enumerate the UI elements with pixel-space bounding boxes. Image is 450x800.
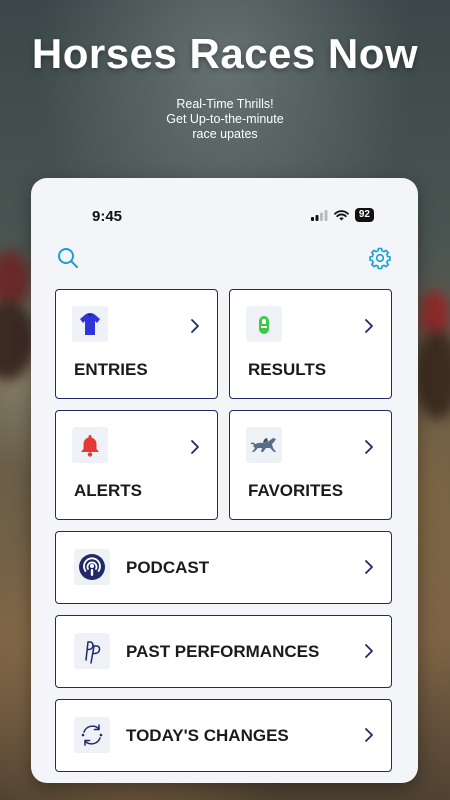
podcast-icon (74, 549, 110, 585)
search-icon[interactable] (56, 246, 80, 270)
tile-alerts[interactable]: ALERTS (55, 410, 218, 520)
row-podcast[interactable]: PODCAST (55, 531, 392, 604)
hero-title: Horses Races Now (31, 30, 419, 77)
status-icons: 92 (310, 208, 374, 222)
chevron-right-icon (365, 440, 373, 454)
hero-subtitle-line: Get Up-to-the-minute (166, 112, 284, 126)
changes-icon (74, 717, 110, 753)
tile-entries[interactable]: ENTRIES (55, 289, 218, 399)
tile-label: ENTRIES (74, 360, 148, 379)
tile-results[interactable]: RESULTS (229, 289, 392, 399)
bell-icon (72, 427, 108, 463)
tile-label: RESULTS (248, 360, 327, 379)
phone-screen: 9:45 92 ENTRIES RESULTS ALERTS FAVORITES… (31, 178, 418, 783)
gear-icon[interactable] (368, 246, 392, 270)
chevron-right-icon (365, 644, 373, 658)
chevron-right-icon (191, 440, 199, 454)
wifi-icon (333, 209, 349, 220)
hero-subtitle-line: Real-Time Thrills! (176, 97, 274, 111)
pp-icon (74, 633, 110, 669)
tile-label: FAVORITES (248, 481, 344, 500)
status-time: 9:45 (92, 208, 123, 225)
battery-icon: 92 (354, 208, 374, 222)
racehorse-icon (246, 427, 282, 463)
jockey-silks-icon (72, 306, 108, 342)
hero-subtitle: Real-Time Thrills! Get Up-to-the-minute … (0, 97, 450, 142)
hero-subtitle-line: race upates (192, 127, 258, 141)
row-label: TODAY'S CHANGES (126, 726, 289, 745)
chevron-right-icon (365, 319, 373, 333)
row-label: PODCAST (126, 558, 210, 577)
blurred-horse (415, 330, 450, 420)
chevron-right-icon (191, 319, 199, 333)
chevron-right-icon (365, 728, 373, 742)
results-icon (246, 306, 282, 342)
chevron-right-icon (365, 560, 373, 574)
signal-icon (310, 209, 328, 221)
tile-favorites[interactable]: FAVORITES (229, 410, 392, 520)
tile-label: ALERTS (74, 481, 142, 500)
row-label: PAST PERFORMANCES (126, 642, 320, 661)
row-past-performances[interactable]: PAST PERFORMANCES (55, 615, 392, 688)
row-todays-changes[interactable]: TODAY'S CHANGES (55, 699, 392, 772)
blurred-horse (0, 300, 35, 380)
